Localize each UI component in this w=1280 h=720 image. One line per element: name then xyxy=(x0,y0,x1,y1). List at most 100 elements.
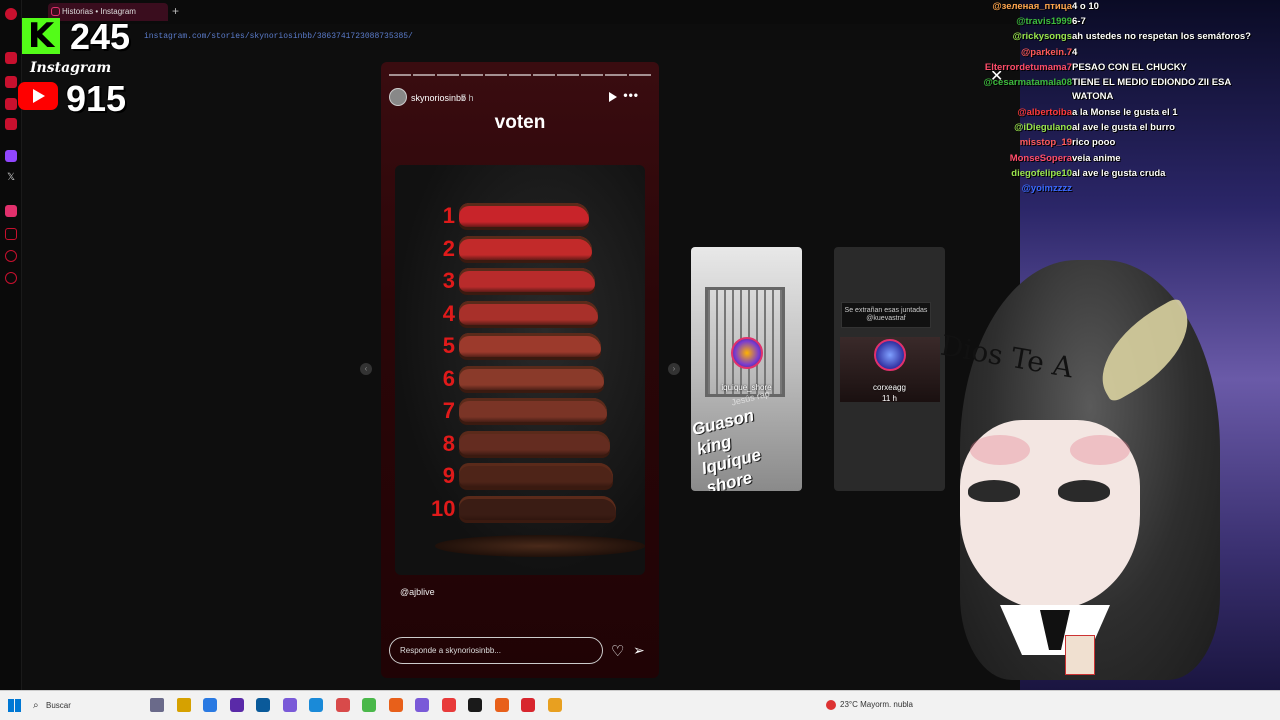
taskbar-app-icon[interactable] xyxy=(388,698,403,712)
settings-icon[interactable] xyxy=(5,272,17,284)
taskbar-app-icon[interactable] xyxy=(229,698,244,712)
steak-slice xyxy=(459,268,595,295)
chat-username: @parkein.7 xyxy=(1021,46,1072,58)
avatar xyxy=(731,337,763,369)
avatar[interactable] xyxy=(389,88,407,106)
taskbar-app-icon[interactable] xyxy=(256,698,270,712)
chat-text: 6-7 xyxy=(1072,16,1086,28)
heart-icon[interactable]: ♡ xyxy=(611,642,624,660)
steak-slice xyxy=(459,333,601,360)
steak-doneness-image: 1 2 3 4 5 6 7 8 9 10 xyxy=(395,165,645,575)
history-icon[interactable] xyxy=(5,250,17,262)
avatar-pendant xyxy=(1065,635,1095,675)
new-tab-button[interactable]: + xyxy=(172,4,179,18)
avatar-blush xyxy=(1070,435,1130,465)
taskbar-app-icon[interactable] xyxy=(335,698,350,712)
chat-message: MonseSopera veia anime xyxy=(900,152,1280,166)
taskbar-app-icon[interactable] xyxy=(282,698,297,712)
instagram-label: Instagram xyxy=(30,60,112,76)
preview-username: corxeagg xyxy=(873,383,906,392)
next-story-preview[interactable]: iquique_shore Jesús rap Guason king Iqui… xyxy=(691,247,802,491)
taskbar-app-icon[interactable] xyxy=(441,698,456,712)
taskbar-search[interactable]: ⌕ Buscar xyxy=(30,696,140,716)
sidebar-app-icon[interactable] xyxy=(5,228,17,240)
chat-message: @yoimzzzz xyxy=(900,182,1280,196)
taskbar-app-icon[interactable] xyxy=(547,698,562,712)
chat-message: @travis1999 6-7 xyxy=(900,15,1280,29)
steak-slice xyxy=(459,300,598,328)
chat-username: misstop_19 xyxy=(1019,137,1072,149)
preview-username: iquique_shore xyxy=(721,383,772,392)
steak-number: 6 xyxy=(442,365,455,391)
chat-text: al ave le gusta cruda xyxy=(1072,167,1166,179)
taskbar-app-icon[interactable] xyxy=(521,698,535,712)
steak-number: 7 xyxy=(442,398,455,423)
taskbar-app-icon[interactable] xyxy=(362,698,376,712)
more-options-icon[interactable]: ••• xyxy=(623,88,639,102)
story-username[interactable]: skynoriosinbb xyxy=(411,93,466,103)
sidebar-app-icon[interactable] xyxy=(5,52,17,64)
vtuber-avatar: Dios Te A xyxy=(938,260,1240,690)
story-header: skynoriosinbb 7 h ••• xyxy=(389,88,651,108)
chat-message: @зеленая_птица 4 o 10 xyxy=(900,0,1280,14)
story-title: voten xyxy=(494,112,546,133)
taskbar-app-icon[interactable] xyxy=(176,698,191,712)
previous-story-button[interactable]: ‹ xyxy=(360,363,372,375)
steak-slice xyxy=(459,495,616,523)
steak-slice xyxy=(459,203,589,230)
preview-time: 11 h xyxy=(882,394,897,403)
taskbar-app-icon[interactable] xyxy=(468,698,482,712)
steak-number: 9 xyxy=(442,463,455,488)
story-time: 7 h xyxy=(461,93,474,103)
steak-slice xyxy=(459,463,613,490)
avatar-eye xyxy=(968,480,1020,502)
chat-username: MonseSopera xyxy=(1009,152,1072,164)
steak-slice xyxy=(459,430,610,458)
taskbar-app-icon[interactable] xyxy=(415,698,429,712)
chat-text: a la Monse le gusta el 1 xyxy=(1072,107,1178,118)
x-icon[interactable]: 𝕏 xyxy=(5,172,17,184)
taskbar-app-icon[interactable] xyxy=(203,698,217,712)
search-label: Buscar xyxy=(46,701,71,710)
twitch-icon[interactable] xyxy=(5,150,17,162)
steak-row: 3 xyxy=(395,266,645,296)
story-card[interactable]: skynoriosinbb 7 h ••• voten 1 2 3 4 5 6 7 8 9 10 … xyxy=(381,62,659,678)
taskbar-app-icon[interactable] xyxy=(150,698,164,712)
chat-message: @parkein.7 4 xyxy=(900,46,1280,60)
instagram-icon[interactable] xyxy=(5,205,17,217)
avatar xyxy=(874,339,906,371)
chat-username: @travis1999 xyxy=(1016,16,1072,28)
steak-number: 8 xyxy=(442,430,455,456)
chat-message: @cesarmatamala08 TIENE EL MEDIO EDIONDO Z… xyxy=(900,76,1280,102)
chat-text: rico pooo xyxy=(1072,137,1116,149)
steak-number: 3 xyxy=(442,268,455,293)
next-story-button[interactable]: › xyxy=(668,363,680,375)
chat-message: @albertoiba a la Monse le gusta el 1 xyxy=(900,106,1280,120)
chat-message: misstop_19 rico pooo xyxy=(900,136,1280,150)
chat-text: al ave le gusta el burro xyxy=(1072,122,1175,134)
chat-message: @iDiegulano al ave le gusta el burro xyxy=(900,121,1280,135)
steak-slice xyxy=(459,398,607,425)
sidebar-app-icon[interactable] xyxy=(5,118,17,130)
opera-logo-icon[interactable] xyxy=(5,8,17,20)
chat-username: @yoimzzzz xyxy=(1021,183,1072,194)
chat-overlay: @зеленая_птица 4 o 10 @travis1999 6-7 @ricky… xyxy=(900,0,1280,200)
play-icon[interactable] xyxy=(609,92,617,102)
chat-text: TIENE EL MEDIO EDIONDO ZII ESA WATONA xyxy=(1072,77,1231,102)
chat-message: @rickysongs ah ustedes no respetan los se… xyxy=(900,30,1280,44)
chat-username: Elterrordetumama7 xyxy=(984,61,1072,73)
url-field[interactable]: instagram.com/stories/skynoriosinbb/3863… xyxy=(144,32,413,41)
weather-widget[interactable]: 23°C Mayorm. nubla xyxy=(826,698,913,712)
windows-start-icon[interactable] xyxy=(8,699,21,712)
taskbar-app-icon[interactable] xyxy=(494,698,509,712)
sidebar-app-icon[interactable] xyxy=(5,98,17,110)
steak-slice xyxy=(459,235,592,263)
chat-text: 4 o 10 xyxy=(1072,1,1099,12)
sidebar-app-icon[interactable] xyxy=(5,76,17,88)
send-icon[interactable]: ➢ xyxy=(633,642,645,659)
taskbar-app-icon[interactable] xyxy=(309,698,323,712)
steak-row: 8 xyxy=(395,429,645,459)
story-mention[interactable]: @ajblive xyxy=(400,587,435,597)
reply-input[interactable]: Responde a skynoriosinbb... xyxy=(389,637,603,664)
next-story-preview[interactable]: Se extrañan esas juntadas @kuevastraf co… xyxy=(834,247,945,491)
